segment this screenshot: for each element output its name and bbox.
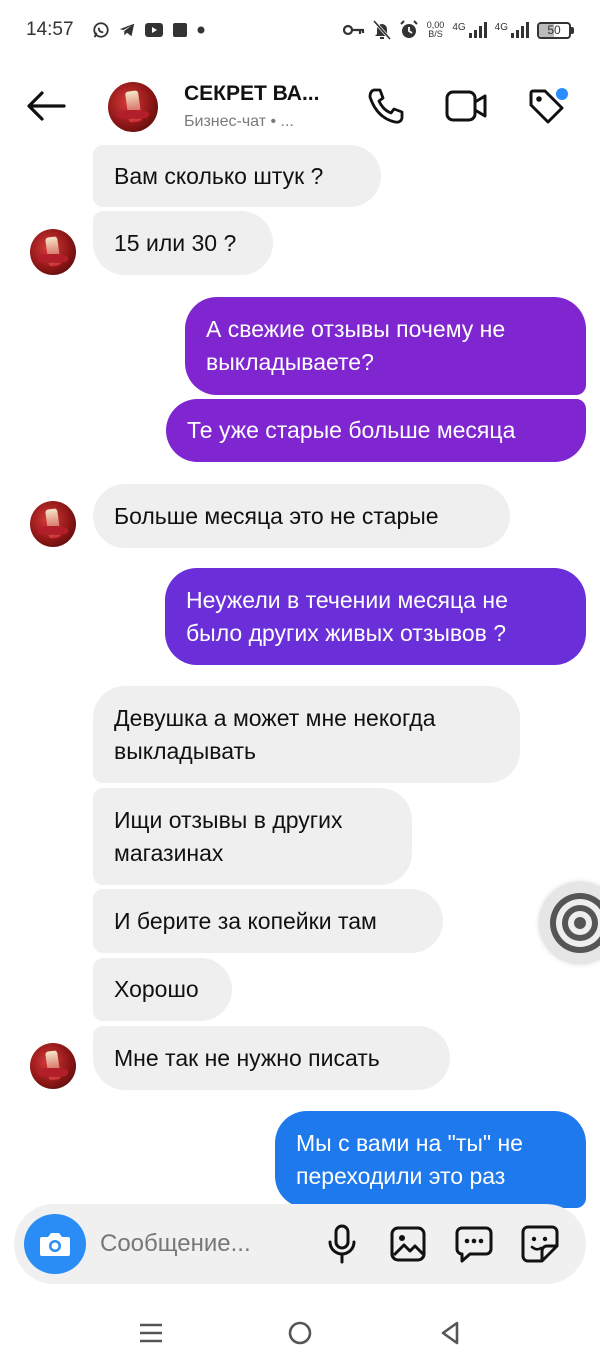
microphone-icon — [328, 1224, 356, 1264]
contact-avatar[interactable] — [108, 82, 158, 132]
status-left: 14:57 — [26, 19, 206, 41]
back-button[interactable] — [24, 88, 70, 124]
system-nav-bar — [0, 1298, 600, 1366]
signal-sim1: 4G — [452, 22, 487, 38]
back-icon — [441, 1321, 459, 1345]
message-composer — [14, 1204, 586, 1284]
net-speed-unit: B/S — [428, 29, 443, 39]
home-button[interactable] — [285, 1318, 315, 1348]
camera-icon — [40, 1233, 70, 1256]
incoming-message[interactable]: Хорошо — [93, 958, 232, 1021]
net-speed: 0,00 B/S — [427, 21, 445, 39]
recent-apps-button[interactable] — [136, 1318, 166, 1348]
system-back-button[interactable] — [434, 1318, 464, 1348]
outgoing-message[interactable]: Те уже старые больше месяца — [166, 399, 586, 462]
video-call-button[interactable] — [444, 84, 488, 128]
contact-subtitle: Бизнес-чат • ... — [184, 113, 294, 130]
youtube-icon — [144, 23, 163, 37]
status-bar: 14:57 0,00 B/S 4G 4G 50 — [0, 0, 600, 60]
gallery-icon — [390, 1226, 426, 1262]
outgoing-message[interactable]: А свежие отзывы почему не выкладываете? — [185, 297, 586, 395]
dot-icon — [197, 26, 205, 34]
target-icon — [550, 893, 600, 953]
incoming-message[interactable]: Ищи отзывы в других магазинах — [93, 788, 412, 885]
floating-assistant-button[interactable] — [540, 883, 600, 963]
outgoing-message[interactable]: Неужели в течении месяца не было других … — [165, 568, 586, 665]
key-icon — [342, 24, 364, 36]
incoming-message[interactable]: Больше месяца это не старые — [93, 484, 510, 548]
voice-message-button[interactable] — [322, 1224, 362, 1264]
incoming-message[interactable]: Вам сколько штук ? — [93, 145, 381, 207]
battery-level: 50 — [547, 22, 561, 37]
status-time: 14:57 — [26, 19, 74, 40]
sender-avatar[interactable] — [30, 229, 76, 275]
alarm-icon — [400, 20, 418, 38]
phone-icon — [368, 88, 404, 124]
back-arrow-icon — [27, 91, 66, 121]
outgoing-message[interactable]: Мы с вами на "ты" не переходили это раз — [275, 1111, 586, 1208]
video-icon — [445, 90, 487, 122]
sender-avatar[interactable] — [30, 501, 76, 547]
sender-avatar[interactable] — [30, 1043, 76, 1089]
message-input[interactable] — [100, 1224, 300, 1264]
sticker-button[interactable] — [520, 1224, 560, 1264]
status-right: 0,00 B/S 4G 4G 50 — [342, 20, 574, 40]
incoming-message[interactable]: И берите за копейки там — [93, 889, 443, 953]
telegram-icon — [119, 23, 134, 37]
notification-dot — [556, 88, 568, 100]
mute-icon — [372, 20, 391, 40]
sticker-icon — [521, 1225, 559, 1263]
sim1-label: 4G — [452, 22, 466, 33]
whatsapp-icon — [92, 22, 109, 38]
incoming-message[interactable]: Мне так не нужно писать — [93, 1026, 450, 1090]
call-button[interactable] — [364, 84, 408, 128]
battery-indicator: 50 — [537, 21, 574, 39]
signal-sim2: 4G — [495, 22, 529, 38]
incoming-message[interactable]: Девушка а может мне некогда выкладывать — [93, 686, 520, 783]
sim2-label: 4G — [494, 22, 508, 33]
contact-name[interactable]: СЕКРЕТ ВА... — [184, 82, 319, 106]
home-icon — [288, 1321, 312, 1345]
menu-icon — [140, 1323, 162, 1343]
gallery-button[interactable] — [388, 1224, 428, 1264]
incoming-message[interactable]: 15 или 30 ? — [93, 211, 273, 275]
chat-shortcuts-button[interactable] — [454, 1224, 494, 1264]
chat-header: СЕКРЕТ ВА... Бизнес-чат • ... — [0, 60, 600, 155]
chat-bubble-icon — [455, 1226, 493, 1263]
camera-button[interactable] — [24, 1214, 86, 1274]
square-app-icon — [172, 23, 187, 37]
